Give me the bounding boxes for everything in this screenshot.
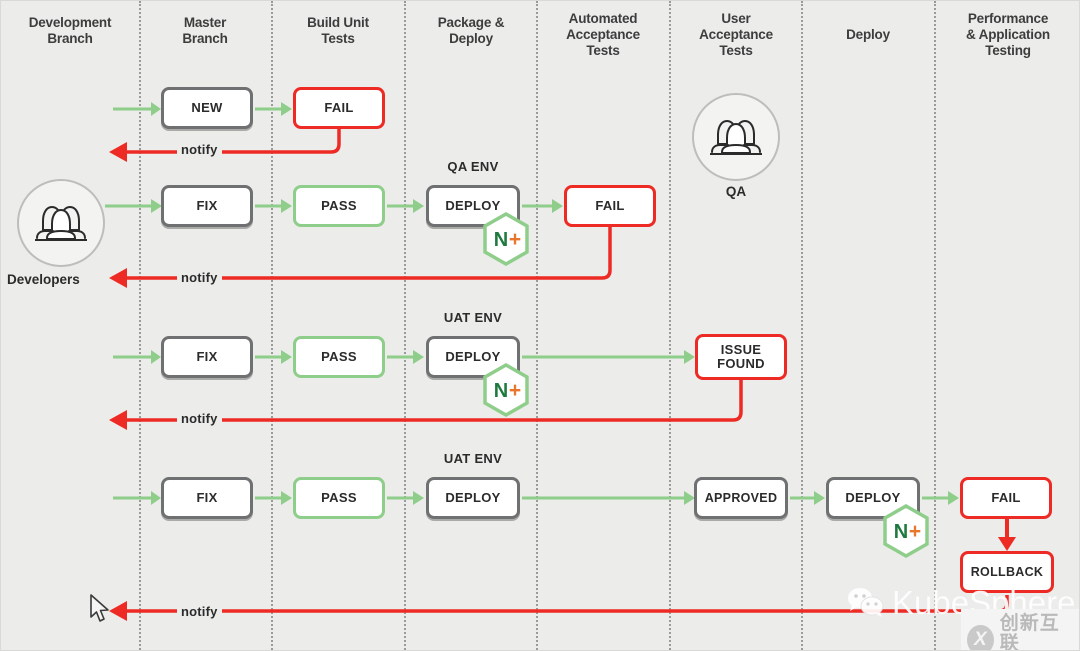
notify-label-row-3: notify [177,411,222,426]
notify-path-row-1 [105,127,365,163]
node-r3-pass[interactable]: PASS [293,336,385,378]
svg-text:N: N [894,521,908,543]
lane-divider-7 [934,1,936,650]
arrow-to-r4-fix [113,488,163,508]
node-r4-deploy-uat[interactable]: DEPLOY [426,477,520,519]
node-r4-fail[interactable]: FAIL [960,477,1052,519]
column-header-deploy: Deploy [846,27,890,42]
nginx-plus-badge-row-4: N + [882,503,930,559]
persona-qa [692,93,780,181]
people-group-icon [35,206,87,241]
arrow-r4-deploy-to-approved [522,488,698,508]
arrow-new-to-fail [255,99,295,119]
persona-label-qa: QA [725,184,747,199]
env-label-qa-env: QA ENV [447,159,499,174]
arrow-r2-fix-to-pass [255,196,295,216]
arrow-r4-pass-to-deploy [387,488,427,508]
node-r4-fix[interactable]: FIX [161,477,253,519]
people-group-icon [710,120,762,155]
column-header-development-branch: Development Branch [28,15,112,46]
arrow-r3-fix-to-pass [255,347,295,367]
env-label-uat-env-row-3: UAT ENV [443,310,503,325]
notify-path-row-4 [105,593,1025,633]
arrow-r3-deploy-to-issue [522,347,698,367]
node-r2-fail[interactable]: FAIL [564,185,656,227]
arrow-r3-pass-to-deploy [387,347,427,367]
column-header-package-deploy: Package & Deploy [437,15,505,46]
env-label-uat-env-row-4: UAT ENV [443,451,503,466]
node-r4-pass[interactable]: PASS [293,477,385,519]
arrow-developers-to-fix [105,196,165,216]
lane-divider-3 [404,1,406,650]
node-r3-issue-found[interactable]: ISSUE FOUND [695,334,787,380]
arrow-r2-pass-to-deploy [387,196,427,216]
arrow-r4-approved-to-deploy [790,488,828,508]
pipeline-diagram-canvas: Development Branch Master Branch Build U… [0,0,1080,651]
svg-text:+: + [909,520,921,543]
arrow-to-new [113,99,163,119]
notify-path-row-3 [105,377,755,439]
lane-divider-4 [536,1,538,650]
arrow-r4-deploy-to-fail [922,488,962,508]
node-r4-rollback[interactable]: ROLLBACK [960,551,1054,593]
column-header-performance-application-testing: Performance & Application Testing [966,11,1050,58]
arrow-fail-to-rollback [995,519,1019,553]
node-r1-fail[interactable]: FAIL [293,87,385,129]
arrow-r2-deploy-to-fail [522,196,566,216]
arrow-r4-fix-to-pass [255,488,295,508]
node-r3-fix[interactable]: FIX [161,336,253,378]
column-header-automated-acceptance-tests: Automated Acceptance Tests [566,11,640,58]
column-header-user-acceptance-tests: User Acceptance Tests [699,11,773,58]
column-header-build-unit-tests: Build Unit Tests [307,15,369,46]
lane-divider-5 [669,1,671,650]
persona-developers [17,179,105,267]
notify-label-row-2: notify [177,270,222,285]
column-header-master-branch: Master Branch [182,15,228,46]
node-r1-new[interactable]: NEW [161,87,253,129]
node-r4-approved[interactable]: APPROVED [694,477,788,519]
notify-label-row-1: notify [177,142,222,157]
node-r2-pass[interactable]: PASS [293,185,385,227]
node-r2-fix[interactable]: FIX [161,185,253,227]
arrow-to-r3-fix [113,347,163,367]
lane-divider-6 [801,1,803,650]
notify-label-row-4: notify [177,604,222,619]
